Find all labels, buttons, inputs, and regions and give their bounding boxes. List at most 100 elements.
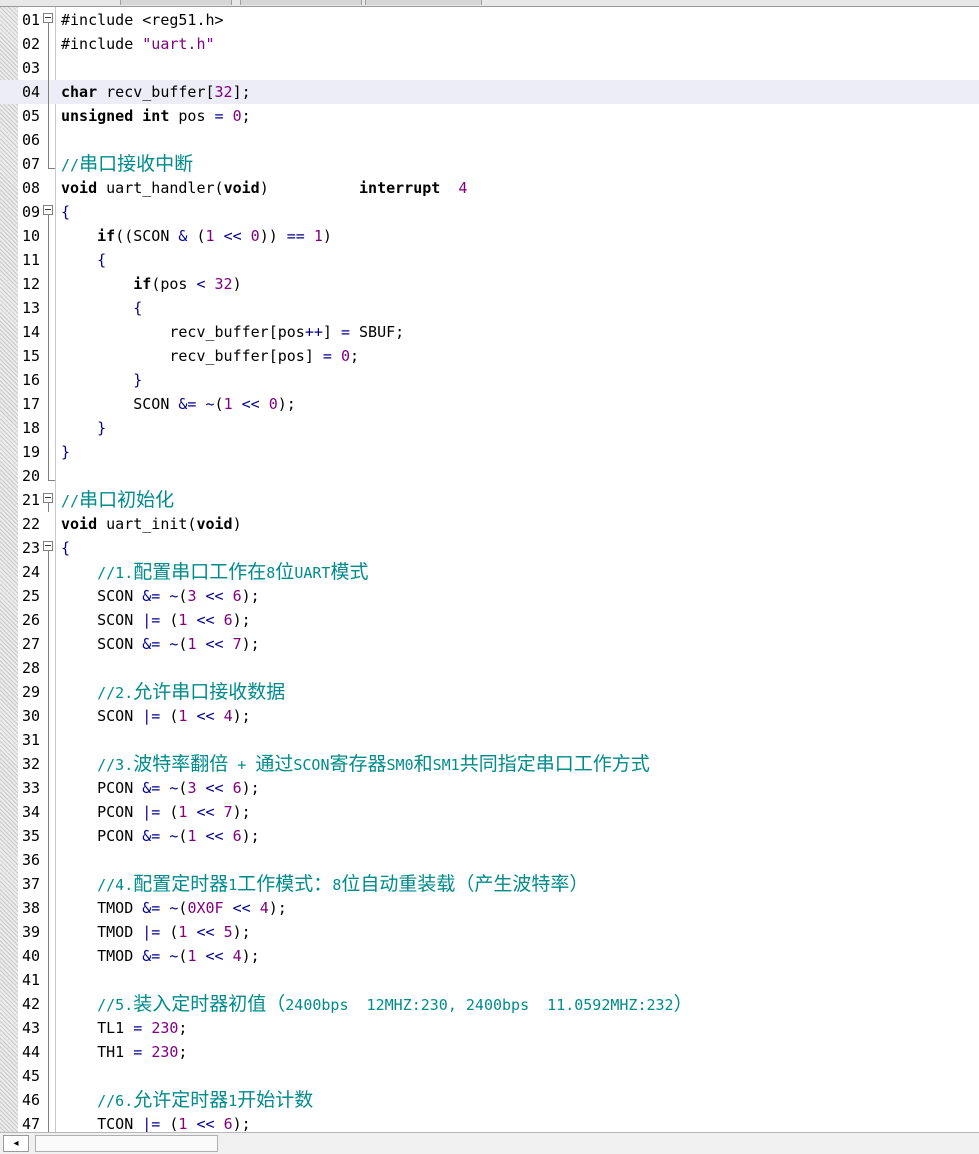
code-token: uart_handler( [97, 179, 224, 197]
code-token: 0 [232, 107, 242, 125]
horizontal-scrollbar[interactable]: ◂ [0, 1132, 979, 1154]
code-line[interactable]: 19} [0, 440, 979, 464]
code-line[interactable]: 36 [0, 848, 979, 872]
code-line[interactable]: 34 PCON |= (1 << 7); [0, 800, 979, 824]
code-token: 4 [458, 179, 468, 197]
code-token: << [205, 635, 224, 653]
fold-guide [42, 704, 56, 728]
code-line[interactable]: 10 if((SCON & (1 << 0)) == 1) [0, 224, 979, 248]
code-line[interactable]: 09 { [0, 200, 979, 224]
code-line[interactable]: 31 [0, 728, 979, 752]
code-token: ( [160, 1115, 179, 1133]
code-line[interactable]: 15 recv_buffer[pos] = 0; [0, 344, 979, 368]
code-line[interactable]: 39 TMOD |= (1 << 5); [0, 920, 979, 944]
code-line[interactable]: 32 //3.波特率翻倍 + 通过SCON寄存器SM0和SM1共同指定串口工作方… [0, 752, 979, 776]
editor-tab[interactable] [120, 0, 232, 5]
code-token: ( [160, 611, 179, 629]
line-number: 38 [21, 899, 40, 917]
line-number: 33 [21, 779, 40, 797]
code-line[interactable]: 04 char recv_buffer[32]; [0, 80, 979, 104]
code-line[interactable]: 21 //串口初始化 [0, 488, 979, 512]
code-line[interactable]: 24 //1.配置串口工作在8位UART模式 [0, 560, 979, 584]
code-line[interactable]: 07 //串口接收中断 [0, 152, 979, 176]
code-token: //6.允许定时器1开始计数 [97, 1089, 314, 1111]
code-line[interactable]: 25 SCON &= ~(3 << 6); [0, 584, 979, 608]
editor-tab[interactable] [240, 0, 362, 5]
code-token: if [133, 275, 152, 293]
code-line[interactable]: 16 } [0, 368, 979, 392]
code-token: ((SCON [115, 227, 179, 245]
code-token: << [196, 707, 215, 725]
code-line[interactable]: 27 SCON &= ~(1 << 7); [0, 632, 979, 656]
code-line[interactable]: 14 recv_buffer[pos++] = SBUF; [0, 320, 979, 344]
code-line[interactable]: 45 [0, 1064, 979, 1088]
code-line[interactable]: 26 SCON |= (1 << 6); [0, 608, 979, 632]
code-token: //串口接收中断 [61, 153, 194, 175]
code-text: { [61, 536, 70, 560]
scroll-left-arrow-icon[interactable]: ◂ [3, 1135, 29, 1152]
code-line[interactable]: 40 TMOD &= ~(1 << 4); [0, 944, 979, 968]
code-text: TMOD &= ~(1 << 4); [61, 944, 260, 968]
code-text: #include <reg51.h> [61, 8, 224, 32]
code-line[interactable]: 08 void uart_handler(void) interrupt 4 [0, 176, 979, 200]
code-token: recv_buffer[ [97, 83, 215, 101]
fold-toggle-icon[interactable] [42, 200, 56, 224]
code-token: } [61, 443, 71, 461]
code-text: recv_buffer[pos] = 0; [61, 344, 359, 368]
code-line[interactable]: 42 //5.装入定时器初值（2400bps 12MHZ:230, 2400bp… [0, 992, 979, 1016]
code-line[interactable]: 37 //4.配置定时器1工作模式：8位自动重装载（产生波特率） [0, 872, 979, 896]
fold-guide [42, 320, 56, 344]
code-line[interactable]: 28 [0, 656, 979, 680]
code-line[interactable]: 03 [0, 56, 979, 80]
code-line[interactable]: 43 TL1 = 230; [0, 1016, 979, 1040]
code-line[interactable]: 33 PCON &= ~(3 << 6); [0, 776, 979, 800]
code-line[interactable]: 23 { [0, 536, 979, 560]
code-editor[interactable]: 01 #include <reg51.h> 02 #include "uart.h" 0… [0, 8, 979, 1136]
code-line[interactable]: 06 [0, 128, 979, 152]
code-token: 6 [223, 611, 233, 629]
code-token: PCON [61, 827, 143, 845]
fold-toggle-icon[interactable] [42, 488, 56, 512]
code-line[interactable]: 01 #include <reg51.h> [0, 8, 979, 32]
code-line[interactable]: 35 PCON &= ~(1 << 6); [0, 824, 979, 848]
code-line[interactable]: 13 { [0, 296, 979, 320]
code-token: ); [232, 611, 251, 629]
code-token: int [142, 107, 170, 125]
code-line[interactable]: 30 SCON |= (1 << 4); [0, 704, 979, 728]
code-line[interactable]: 22 void uart_init(void) [0, 512, 979, 536]
code-line[interactable]: 29 //2.允许串口接收数据 [0, 680, 979, 704]
code-line[interactable]: 44 TH1 = 230; [0, 1040, 979, 1064]
code-token: << [196, 923, 215, 941]
code-token: ( [160, 707, 179, 725]
code-line[interactable]: 46 //6.允许定时器1开始计数 [0, 1088, 979, 1112]
fold-toggle-icon[interactable] [42, 536, 56, 560]
code-line[interactable]: 05 unsigned int pos = 0; [0, 104, 979, 128]
code-token: SBUF; [350, 323, 405, 341]
code-line[interactable]: 02 #include "uart.h" [0, 32, 979, 56]
code-line[interactable]: 41 [0, 968, 979, 992]
code-line[interactable]: 17 SCON &= ~(1 << 0); [0, 392, 979, 416]
line-number: 09 [21, 203, 40, 221]
code-token: ] [322, 323, 341, 341]
code-token: 1 [205, 227, 215, 245]
scrollbar-thumb[interactable] [35, 1135, 218, 1152]
code-line[interactable]: 12 if(pos < 32) [0, 272, 979, 296]
code-token: ) [322, 227, 332, 245]
fold-guide [42, 56, 56, 80]
code-line[interactable]: 20 [0, 464, 979, 488]
fold-toggle-icon[interactable] [42, 8, 56, 32]
code-token: PCON [61, 803, 143, 821]
editor-tab[interactable] [365, 0, 482, 5]
code-line[interactable]: 11 { [0, 248, 979, 272]
code-line[interactable]: 18 } [0, 416, 979, 440]
code-line[interactable]: 38 TMOD &= ~(0X0F << 4); [0, 896, 979, 920]
